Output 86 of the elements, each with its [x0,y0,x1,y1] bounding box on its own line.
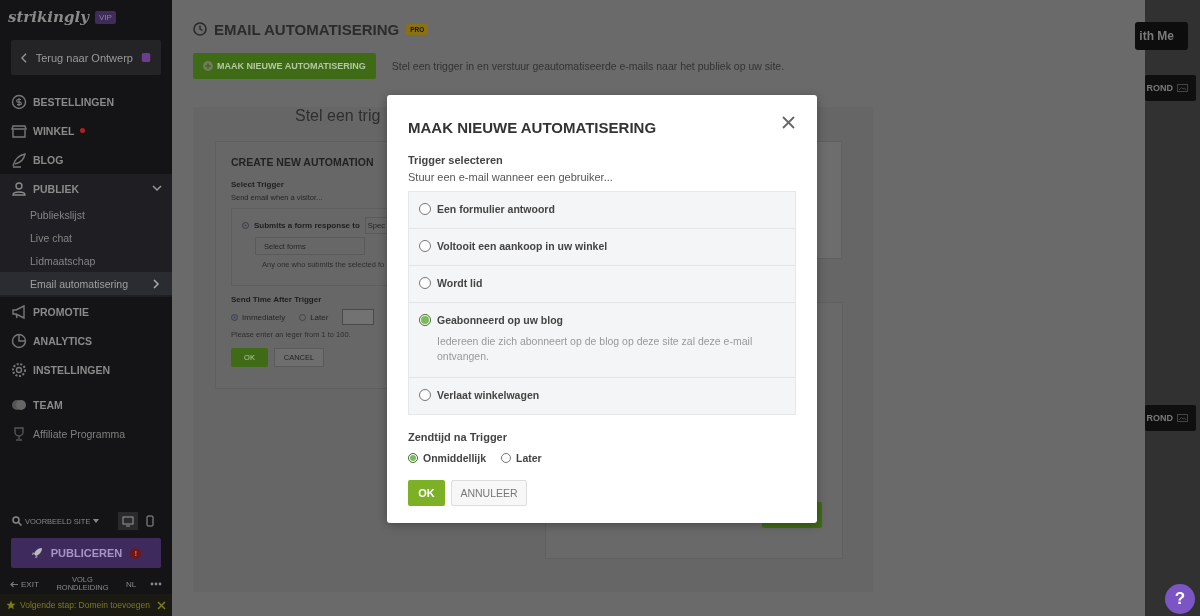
trigger-option[interactable]: Wordt lid [409,265,795,302]
language-link[interactable]: NL [126,579,137,589]
cancel-button[interactable]: ANNULEER [451,480,527,507]
hint-text: Stuur een e-mail wanneer een gebruiker... [408,171,614,183]
megaphone-icon [11,303,27,320]
field-label: Trigger selecteren [408,154,504,166]
store-icon [11,122,27,139]
radio-label: Later [516,452,542,465]
modal-title: MAAK NIEUWE AUTOMATISERING [408,119,657,136]
option-label: Voltooit een aankoop in uw winkel [437,240,608,252]
publish-button[interactable]: PUBLICEREN ! [11,538,161,568]
nav-item[interactable]: INSTELLINGEN [0,355,172,384]
create-automation-button[interactable]: MAAK NIEUWE AUTOMATISERING [193,53,376,79]
close-icon[interactable] [782,116,795,129]
pie-chart-icon [11,332,27,349]
back-button[interactable]: Terug naar Ontwerp [11,40,161,75]
nav-item[interactable]: PUBLIEK [0,174,172,203]
rocket-icon [30,547,43,559]
phone-icon [140,51,151,64]
nav-subitem[interactable]: Email automatisering [0,272,172,295]
desktop-view-button[interactable] [118,512,138,530]
radio-button[interactable] [408,453,418,464]
radio-button[interactable] [419,203,431,215]
nav-item[interactable]: PROMOTIE [0,297,172,326]
caret-icon [93,519,100,523]
background-button[interactable]: ROND [1144,405,1196,431]
field-label: Zendtijd na Trigger [408,431,508,444]
radio-label: Onmiddellijk [423,452,486,465]
dollar-icon [11,93,27,110]
nav-item[interactable]: BESTELLINGEN [0,87,172,116]
nav-subitem[interactable]: Lidmaatschap [0,249,172,272]
plus-circle-icon [203,61,213,71]
vip-badge: VIP [94,10,116,24]
clock-icon [193,22,207,36]
page-title: EMAIL AUTOMATISERING [214,20,400,38]
image-icon [1177,414,1188,422]
contact-button[interactable]: ith Me [1135,22,1188,50]
panel-heading: Stel een trig [295,107,381,126]
nav-item[interactable]: TEAM [0,390,172,419]
radio-label: Immediately [242,312,286,322]
field-label: Select Trigger [231,180,284,189]
field-label: Send Time After Trigger [231,295,322,304]
more-icon[interactable] [150,582,162,586]
exit-link[interactable]: EXIT [21,579,39,589]
trigger-option[interactable]: Geabonneerd op uw blog Iedereen die zich abonneert op de blog op deze site zal deze e-mail ontvangen. [409,302,795,378]
option-label: Een formulier antwoord [437,203,555,215]
trophy-icon [11,425,27,442]
nav-subitem[interactable]: Publiekslijst [0,203,172,226]
option-label: Submits a form response to [254,221,360,230]
radio-button[interactable] [419,389,431,402]
background-button[interactable]: ROND [1144,75,1196,101]
option-description: Iedereen die zich abonneert op de blog op deze site zal deze e-mail ontvangen. [437,334,754,365]
card-title: CREATE NEW AUTOMATION [231,156,374,168]
radio-button[interactable] [419,277,431,289]
chevron-down-icon [152,185,162,192]
option-label: Wordt lid [437,277,483,289]
trigger-option[interactable]: Een formulier antwoord [409,192,795,228]
nav-subitem[interactable]: Live chat [0,226,172,249]
nav-item[interactable]: ANALYTICS [0,326,172,355]
nav-item[interactable]: WINKEL [0,116,172,145]
close-icon[interactable] [157,600,166,610]
radio-button[interactable] [419,314,431,326]
phone-icon [146,515,154,527]
gear-icon [11,361,27,378]
quill-icon [11,151,27,168]
monitor-icon [122,515,134,527]
radio-button[interactable] [501,453,511,464]
nav-item[interactable]: Affiliate Programma [0,419,172,448]
next-step-bar: Volgende stap: Domein toevoegen [0,594,172,616]
help-button[interactable]: ? [1165,584,1195,614]
radio-button[interactable] [242,222,249,229]
input-field[interactable] [342,309,375,325]
trigger-option[interactable]: Voltooit een aankoop in uw winkel [409,228,795,265]
chevron-left-icon [21,51,28,64]
arrow-left-icon [10,580,18,588]
logo: strikingly [8,8,89,26]
radio-button[interactable] [419,240,431,252]
star-icon [6,600,16,610]
trigger-option[interactable]: Verlaat winkelwagen [409,377,795,415]
alert-badge: ! [130,547,142,559]
search-icon [12,516,22,526]
option-label: Verlaat winkelwagen [437,389,540,402]
option-label: Geabonneerd op uw blog [437,314,563,326]
nav-item[interactable]: BLOG [0,145,172,174]
chevron-right-icon [153,278,160,289]
image-icon [1177,84,1188,92]
